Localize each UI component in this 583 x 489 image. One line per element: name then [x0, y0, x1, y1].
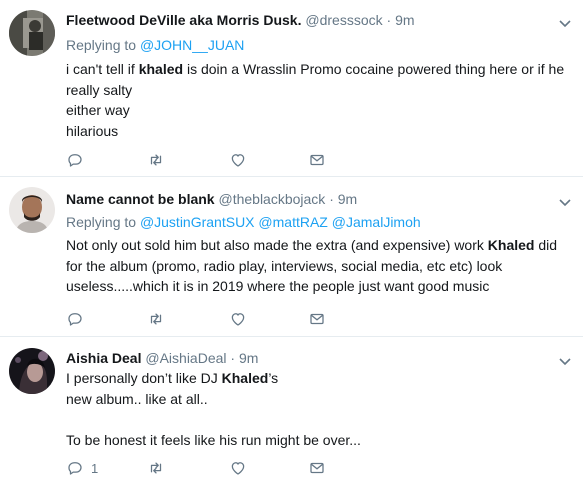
mention-link[interactable]: @JOHN__JUAN	[140, 37, 244, 53]
display-name[interactable]: Fleetwood DeVille aka Morris Dusk.	[66, 12, 301, 28]
heart-icon	[231, 154, 245, 167]
reply-icon	[68, 313, 82, 326]
reply-icon	[68, 154, 82, 167]
text-segment: useless.....which it is in 2019 where th…	[66, 278, 490, 294]
display-name[interactable]: Aishia Deal	[66, 350, 141, 366]
mention-link[interactable]: @JamalJimoh	[332, 214, 421, 230]
retweet-icon	[150, 313, 162, 325]
heart-icon	[231, 313, 245, 326]
text-segment: either way	[66, 102, 130, 118]
avatar-image	[9, 10, 55, 56]
highlighted-keyword: Khaled	[221, 370, 269, 386]
avatar-image	[9, 187, 55, 233]
text-segment: is doin a Wrasslin Promo cocaine powered…	[183, 61, 565, 77]
retweet-button[interactable]	[147, 150, 165, 170]
replying-to-label: Replying to	[66, 37, 137, 53]
reply-icon	[68, 462, 82, 475]
tweet-text: I personally don’t like DJ Khaled’s new a…	[66, 368, 571, 450]
tweet-header: Aishia Deal @AishiaDeal · 9m	[66, 349, 258, 367]
separator-dot: ·	[329, 191, 334, 207]
user-handle[interactable]: @AishiaDeal	[145, 350, 226, 366]
replying-to: Replying to @JustinGrantSUX @mattRAZ @Ja…	[66, 213, 421, 231]
avatar[interactable]	[9, 348, 55, 394]
retweet-icon	[150, 462, 162, 474]
tweet-text-line: I personally don’t like DJ Khaled’s	[66, 368, 571, 389]
text-segment: I personally don’t like DJ	[66, 370, 222, 386]
separator-dot: ·	[386, 12, 392, 28]
text-segment: for the album (promo, radio play, interv…	[66, 257, 503, 274]
separator-dot: ·	[230, 350, 236, 366]
like-button[interactable]	[229, 150, 247, 170]
direct-message-button[interactable]	[308, 309, 326, 329]
tweet[interactable]: Aishia Deal @AishiaDeal · 9m I personall…	[0, 337, 583, 489]
like-button[interactable]	[229, 309, 247, 329]
tweet-text-line: useless.....which it is in 2019 where th…	[66, 276, 571, 297]
tweet-actions	[66, 309, 366, 331]
chevron-down-icon[interactable]	[559, 16, 571, 28]
direct-message-button[interactable]	[308, 150, 326, 170]
tweet-text-line: for the album (promo, radio play, interv…	[66, 256, 571, 277]
tweet-header: Name cannot be blank @theblackbojack · 9…	[66, 190, 357, 208]
avatar-image	[9, 348, 55, 394]
tweet-text-line	[66, 409, 571, 430]
tweet-text-line: new album.. like at all..	[66, 389, 571, 410]
text-segment: really salty	[66, 81, 133, 98]
tweet-text-line: i can't tell if khaled is doin a Wrassli…	[66, 59, 571, 80]
tweet[interactable]: Fleetwood DeVille aka Morris Dusk. @dres…	[0, 0, 583, 177]
text-segment: did	[534, 237, 558, 253]
tweet-text: Not only out sold him but also made the …	[66, 235, 571, 297]
tweet-text: i can't tell if khaled is doin a Wrassli…	[66, 59, 571, 141]
chevron-down-icon[interactable]	[559, 195, 571, 207]
reply-count: 1	[91, 460, 99, 476]
text-segment: i can't tell if	[66, 61, 139, 77]
tweet[interactable]: Name cannot be blank @theblackbojack · 9…	[0, 177, 583, 337]
envelope-icon	[310, 154, 324, 166]
tweet-text-line: really salty	[66, 80, 571, 101]
avatar[interactable]	[9, 187, 55, 233]
timestamp[interactable]: 9m	[395, 12, 414, 28]
retweet-icon	[150, 154, 162, 166]
tweet-text-line: either way	[66, 100, 571, 121]
tweet-text-line: To be honest it feels like his run might…	[66, 430, 571, 451]
user-handle[interactable]: @theblackbojack	[218, 191, 325, 207]
envelope-icon	[310, 462, 324, 474]
text-segment: ’s	[268, 370, 279, 386]
highlighted-keyword: khaled	[138, 61, 184, 77]
replying-to-label: Replying to	[66, 214, 137, 230]
replying-to: Replying to @JOHN__JUAN	[66, 36, 244, 54]
mention-link[interactable]: @JustinGrantSUX	[140, 214, 255, 230]
user-handle[interactable]: @dresssock	[305, 12, 382, 28]
retweet-button[interactable]	[147, 309, 165, 329]
text-segment: hilarious	[66, 122, 119, 139]
envelope-icon	[310, 313, 324, 325]
heart-icon	[231, 462, 245, 475]
mention-link[interactable]: @mattRAZ	[258, 214, 327, 230]
like-button[interactable]	[229, 458, 247, 478]
timestamp[interactable]: 9m	[338, 191, 357, 207]
tweet-header: Fleetwood DeVille aka Morris Dusk. @dres…	[66, 11, 415, 29]
display-name[interactable]: Name cannot be blank	[66, 191, 215, 207]
reply-button[interactable]	[66, 309, 91, 329]
timestamp[interactable]: 9m	[239, 350, 258, 366]
text-segment: new album.. like at all..	[66, 390, 208, 407]
reply-button[interactable]	[66, 150, 91, 170]
chevron-down-icon[interactable]	[559, 354, 571, 366]
tweet-actions	[66, 150, 366, 172]
tweet-text-line: Not only out sold him but also made the …	[66, 235, 571, 256]
reply-button[interactable]: 1	[66, 458, 98, 478]
direct-message-button[interactable]	[308, 458, 326, 478]
tweet-text-line: hilarious	[66, 121, 571, 142]
retweet-button[interactable]	[147, 458, 165, 478]
text-segment: To be honest it feels like his run might…	[66, 431, 361, 448]
tweet-actions: 1	[66, 458, 366, 480]
highlighted-keyword: Khaled	[487, 237, 535, 253]
text-segment: Not only out sold him but also made the …	[66, 237, 488, 253]
avatar[interactable]	[9, 10, 55, 56]
